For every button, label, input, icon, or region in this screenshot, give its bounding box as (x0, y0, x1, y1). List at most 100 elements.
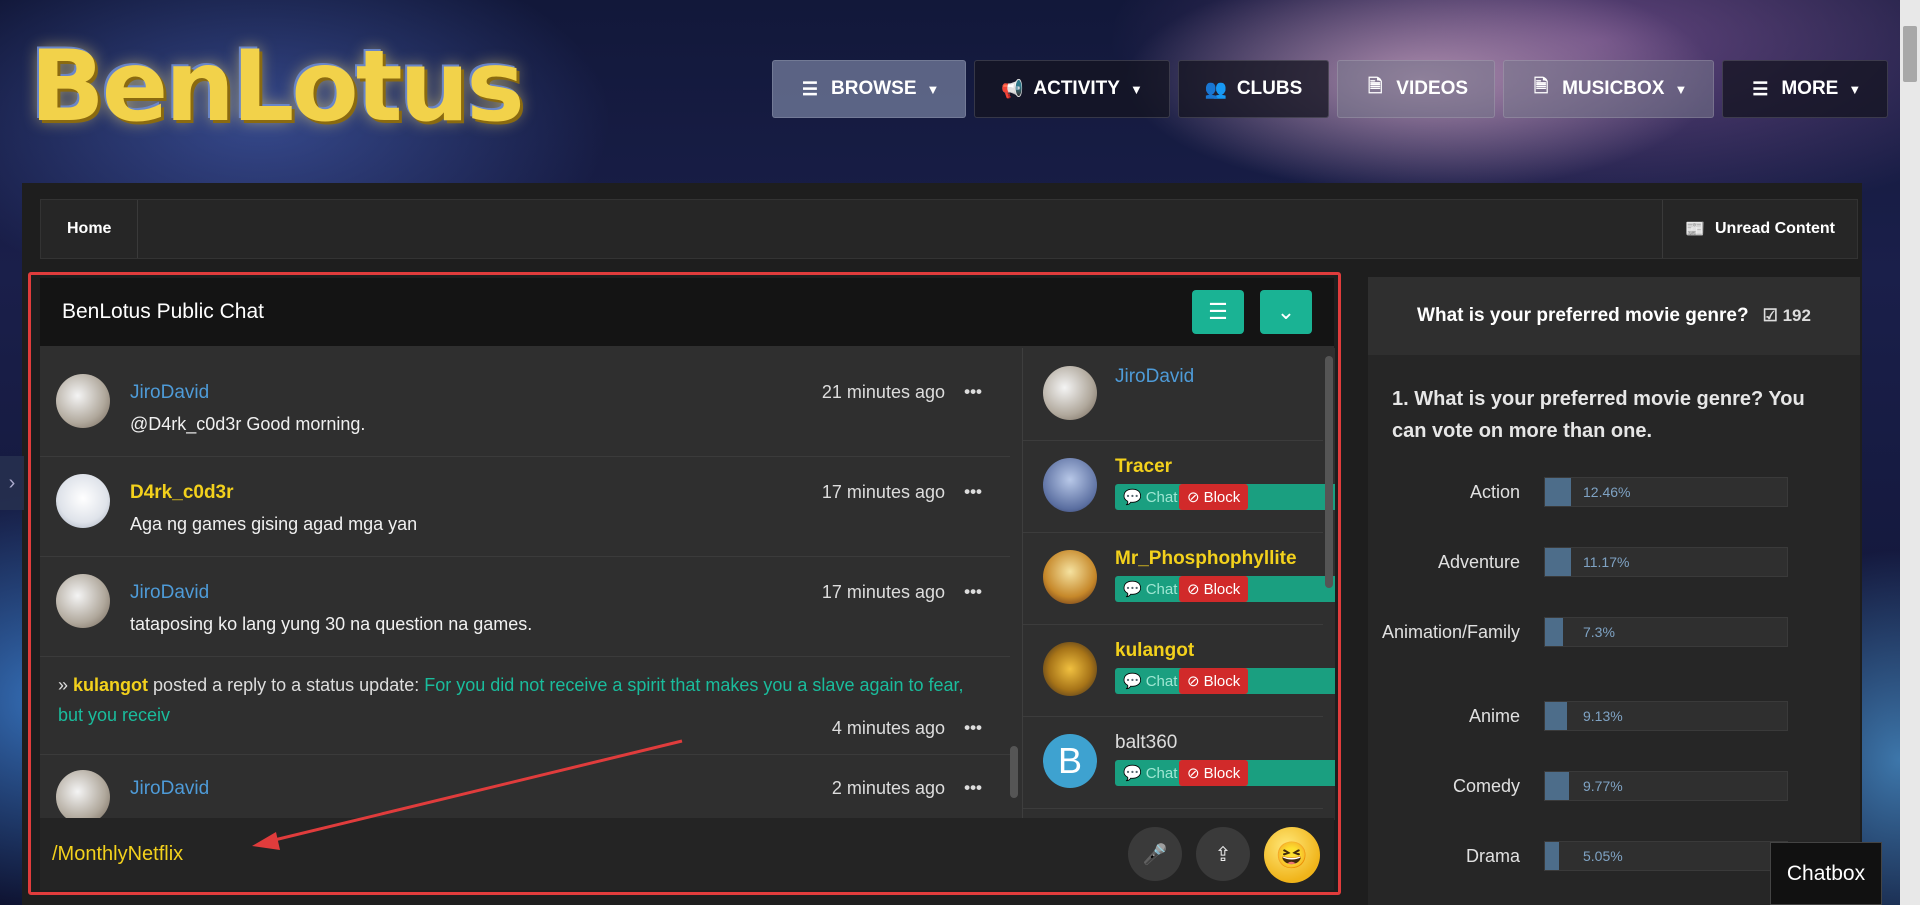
avatar[interactable] (56, 474, 110, 528)
nav-videos[interactable]: 🗎 VIDEOS (1337, 60, 1496, 118)
nav-clubs-label: CLUBS (1236, 78, 1303, 99)
caret-down-icon: ▼ (1674, 81, 1688, 97)
checkbox-icon: ☑ (1762, 306, 1778, 325)
emoji-button[interactable]: 😆 (1264, 827, 1320, 883)
main-nav: ☰ BROWSE ▼ 📢 ACTIVITY ▼ 👥 CLUBS 🗎 VIDEOS… (772, 60, 1889, 118)
nav-activity-label: ACTIVITY (1033, 78, 1120, 99)
user-name[interactable]: balt360 (1115, 732, 1177, 754)
more-options-icon[interactable]: ••• (964, 382, 982, 402)
microphone-button[interactable]: 🎤 (1128, 827, 1182, 881)
user-block-label: Block (1203, 580, 1241, 598)
more-options-icon[interactable]: ••• (964, 482, 982, 502)
poll-option-percent: 11.17% (1583, 554, 1630, 570)
poll-option-label: Anime (1468, 706, 1520, 726)
poll-option-label: Animation/Family (1381, 622, 1520, 642)
nav-clubs[interactable]: 👥 CLUBS (1177, 60, 1330, 118)
nav-musicbox[interactable]: 🗎 MUSICBOX ▼ (1503, 60, 1715, 118)
chat-input-bar: 🎤 ⇪ 😆 (40, 818, 1334, 890)
nav-browse-label: BROWSE (831, 78, 917, 99)
message-time: 17 minutes ago (821, 582, 945, 602)
user-block-button[interactable]: ⊘ Block (1179, 760, 1249, 786)
message-scrollbar[interactable] (1010, 746, 1018, 798)
poll-option-bar: 5.05% (1544, 841, 1788, 871)
user-name[interactable]: Mr_Phosphophyllite (1115, 548, 1297, 570)
message-item: JiroDavid 21 minutes ago ••• @D4rk_c0d3r… (40, 356, 1010, 457)
nav-activity[interactable]: 📢 ACTIVITY ▼ (974, 60, 1170, 118)
user-block-button[interactable]: ⊘ Block (1179, 668, 1249, 694)
unread-content-link[interactable]: 📰 Unread Content (1662, 200, 1857, 258)
more-options-icon[interactable]: ••• (964, 778, 982, 798)
user-block-label: Block (1203, 672, 1241, 690)
avatar[interactable] (56, 770, 110, 818)
laughing-emoji-icon: 😆 (1275, 839, 1309, 870)
nav-browse[interactable]: ☰ BROWSE ▼ (772, 60, 967, 118)
message-item: D4rk_c0d3r 17 minutes ago ••• Aga ng gam… (40, 456, 1010, 557)
user-name[interactable]: kulangot (1115, 640, 1194, 662)
page-scrollbar[interactable] (1900, 0, 1920, 905)
chat-bubble-icon: 💬 (1123, 765, 1142, 782)
message-author[interactable]: JiroDavid (130, 778, 209, 800)
nav-musicbox-label: MUSICBOX (1562, 78, 1665, 99)
ban-icon: ⊘ (1187, 581, 1200, 598)
avatar[interactable] (56, 374, 110, 428)
message-author[interactable]: JiroDavid (130, 582, 209, 604)
poll-title[interactable]: What is your preferred movie genre? (1417, 305, 1749, 327)
unread-content-label: Unread Content (1715, 220, 1835, 237)
chat-message-input[interactable] (50, 834, 954, 874)
user-block-label: Block (1203, 764, 1241, 782)
message-time: 4 minutes ago (831, 718, 945, 738)
message-list[interactable]: JiroDavid 21 minutes ago ••• @D4rk_c0d3r… (40, 356, 1010, 818)
user-name[interactable]: Tracer (1115, 456, 1172, 478)
avatar[interactable]: B (1043, 734, 1097, 788)
avatar[interactable] (1043, 642, 1097, 696)
users-icon: 👥 (1204, 78, 1228, 99)
poll-option-percent: 9.77% (1583, 778, 1623, 794)
poll-votes-value: 192 (1782, 306, 1811, 325)
activity-author[interactable]: kulangot (73, 675, 148, 695)
message-time: 17 minutes ago (821, 482, 945, 502)
poll-bar-fill (1545, 548, 1571, 576)
nav-more[interactable]: ☰ MORE ▼ (1722, 60, 1889, 118)
user-item: Mr_Phosphophyllite 💬 Chat ⊘ Block (1023, 532, 1335, 625)
avatar[interactable] (1043, 458, 1097, 512)
poll-option-label: Drama (1465, 846, 1520, 866)
poll-header: What is your preferred movie genre? ☑ 19… (1368, 277, 1860, 355)
poll-widget: What is your preferred movie genre? ☑ 19… (1368, 277, 1860, 905)
caret-down-icon: ▼ (1129, 81, 1143, 97)
message-item: JiroDavid 17 minutes ago ••• tataposing … (40, 556, 1010, 657)
expand-sidebar-tab[interactable]: › (0, 456, 24, 510)
breadcrumb-home[interactable]: Home (41, 200, 139, 258)
user-block-button[interactable]: ⊘ Block (1179, 484, 1249, 510)
site-logo[interactable]: BenLotus (30, 30, 525, 144)
status-activity-item: » kulangot posted a reply to a status up… (40, 656, 1010, 755)
user-name[interactable]: JiroDavid (1115, 366, 1194, 388)
chat-menu-button[interactable]: ☰ (1192, 290, 1244, 334)
avatar[interactable] (1043, 550, 1097, 604)
message-item: JiroDavid 2 minutes ago ••• (40, 754, 1010, 818)
message-time: 21 minutes ago (821, 382, 945, 402)
chatbox-tab[interactable]: Chatbox (1770, 842, 1882, 905)
menu-icon: ☰ (1752, 78, 1769, 99)
user-item: kulangot 💬 Chat ⊘ Block (1023, 624, 1335, 717)
poll-option-percent: 7.3% (1583, 624, 1615, 640)
more-options-icon[interactable]: ••• (964, 718, 982, 738)
online-users-list: JiroDavid Tracer 💬 Chat ⊘ Block Mr_Phospho… (1022, 348, 1335, 820)
avatar[interactable] (56, 574, 110, 628)
chat-collapse-button[interactable]: ⌄ (1260, 290, 1312, 334)
poll-option-percent: 9.13% (1583, 708, 1623, 724)
upload-button[interactable]: ⇪ (1196, 827, 1250, 881)
chat-bubble-icon: 💬 (1123, 673, 1142, 690)
users-scrollbar[interactable] (1325, 356, 1333, 588)
message-time: 2 minutes ago (831, 778, 945, 798)
message-text: Aga ng games gising agad mga yan (130, 514, 418, 534)
user-block-button[interactable]: ⊘ Block (1179, 576, 1249, 602)
activity-action: posted a reply to a status update: (153, 675, 420, 695)
more-options-icon[interactable]: ••• (964, 582, 982, 602)
avatar[interactable] (1043, 366, 1097, 420)
message-author[interactable]: JiroDavid (130, 382, 209, 404)
page-scrollbar-thumb[interactable] (1903, 26, 1917, 82)
nav-more-label: MORE (1781, 78, 1839, 99)
poll-option-bar: 11.17% (1544, 547, 1788, 577)
message-author[interactable]: D4rk_c0d3r (130, 482, 234, 504)
user-chat-label: Chat (1145, 764, 1178, 782)
